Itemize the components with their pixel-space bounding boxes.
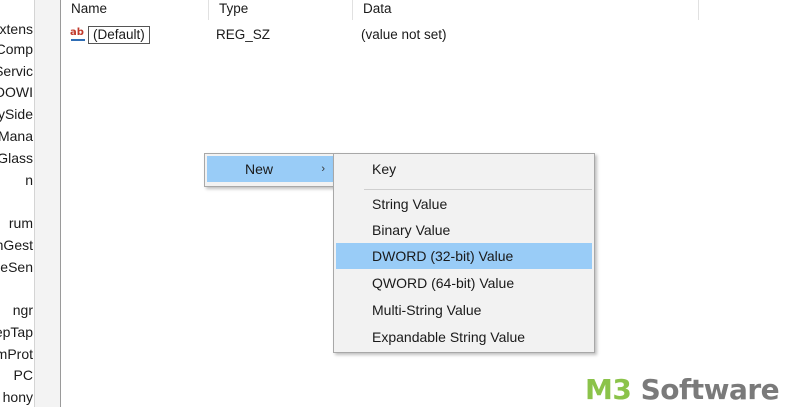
tree-item[interactable]: ySide: [0, 105, 33, 123]
menu-item-new-label: New: [245, 161, 274, 177]
value-type: REG_SZ: [216, 27, 271, 42]
menu-item-key[interactable]: Key: [336, 156, 592, 182]
menu-item-label: Expandable String Value: [372, 329, 526, 345]
value-row[interactable]: ab (Default) REG_SZ (value not set): [61, 23, 800, 47]
tree-item[interactable]: Mana: [0, 127, 33, 145]
tree-item[interactable]: Servic: [0, 62, 33, 80]
tree-item[interactable]: Comp: [0, 40, 33, 58]
menu-item-binary-value[interactable]: Binary Value: [336, 217, 592, 243]
menu-item-dword-value[interactable]: DWORD (32-bit) Value: [336, 243, 592, 269]
tree-item[interactable]: DOWI: [0, 83, 33, 101]
tree-item[interactable]: hony: [3, 388, 33, 406]
menu-item-qword-value[interactable]: QWORD (64-bit) Value: [336, 270, 592, 296]
menu-item-label: String Value: [372, 196, 448, 212]
column-header-data[interactable]: Data: [353, 0, 699, 20]
menu-item-label: Key: [372, 161, 397, 177]
tree-item[interactable]: geSen: [0, 258, 33, 276]
menu-separator: [364, 189, 592, 190]
registry-key-tree[interactable]: Extens Comp Servic DOWI ySide Mana Glass…: [0, 0, 34, 407]
m3-software-logo: M3 Software: [585, 373, 780, 407]
value-name-field[interactable]: (Default): [88, 26, 150, 44]
tree-item[interactable]: hGest: [0, 236, 33, 254]
tree-item[interactable]: PC: [14, 366, 33, 384]
menu-item-string-value[interactable]: String Value: [336, 191, 592, 217]
menu-item-expandable-string-value[interactable]: Expandable String Value: [336, 324, 592, 350]
value-data: (value not set): [361, 27, 447, 42]
logo-suffix: Software: [631, 373, 780, 406]
tree-item[interactable]: n: [25, 171, 33, 189]
tree-item[interactable]: mProt: [0, 345, 33, 363]
tree-item[interactable]: Glass: [0, 149, 33, 167]
pane-splitter[interactable]: [34, 0, 61, 407]
menu-item-new[interactable]: New ›: [207, 156, 335, 182]
logo-prefix: M3: [585, 373, 632, 406]
column-header-type[interactable]: Type: [209, 0, 353, 20]
menu-item-label: DWORD (32-bit) Value: [372, 248, 514, 264]
context-menu: New ›: [204, 153, 338, 187]
menu-item-multi-string-value[interactable]: Multi-String Value: [336, 297, 592, 323]
menu-item-label: QWORD (64-bit) Value: [372, 275, 515, 291]
column-header-name[interactable]: Name: [61, 0, 209, 20]
tree-item[interactable]: rum: [9, 214, 33, 232]
menu-item-label: Binary Value: [372, 222, 451, 238]
new-submenu: Key String Value Binary Value DWORD (32-…: [333, 153, 595, 353]
chevron-right-icon: ›: [321, 163, 325, 175]
tree-item[interactable]: Extens: [0, 20, 33, 38]
tree-item[interactable]: epTap: [0, 323, 33, 341]
tree-item[interactable]: ngr: [13, 301, 33, 319]
ab-string-value-icon: ab: [70, 27, 86, 41]
menu-item-label: Multi-String Value: [372, 302, 482, 318]
